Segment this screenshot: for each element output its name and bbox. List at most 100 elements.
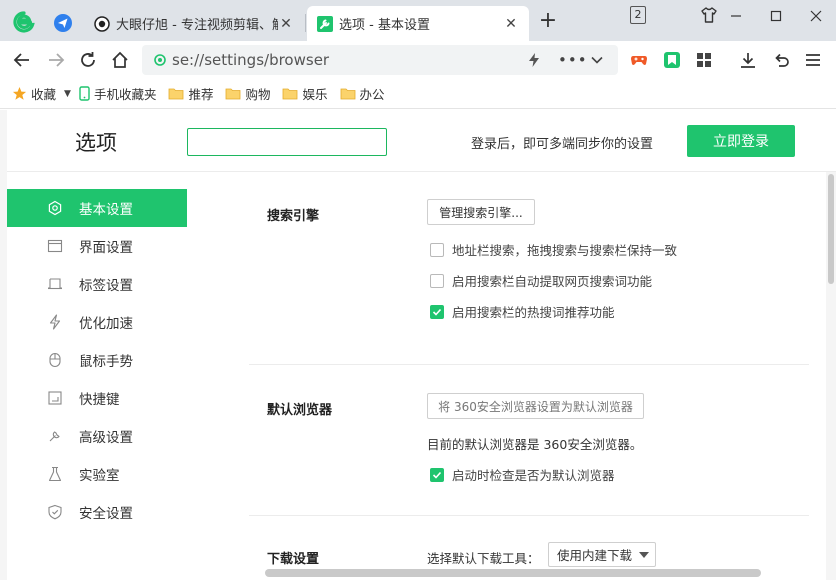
lightning-icon (49, 314, 61, 330)
checkbox[interactable] (430, 242, 444, 257)
checkbox-checked[interactable] (430, 467, 444, 482)
bookmark-mobile[interactable]: 手机收藏夹 (79, 84, 157, 103)
wrench-favicon-icon (317, 15, 333, 32)
phone-icon (79, 86, 90, 101)
settings-page: 选项 登录后，即可多端同步你的设置 立即登录 基本设置 界面设置 标签设置 优化… (0, 110, 836, 580)
bookmark-favorites[interactable]: 收藏 (12, 84, 56, 103)
sidebar-item-shortcuts[interactable]: 快捷键 (7, 379, 187, 417)
default-browser-status: 目前的默认浏览器是 360安全浏览器。 (427, 437, 643, 452)
bookmarks-bar: 收藏 ▼ 手机收藏夹 推荐 购物 娱乐 办公 (0, 79, 836, 109)
download-tool-label: 选择默认下载工具： (427, 551, 540, 566)
sidebar-item-speed[interactable]: 优化加速 (7, 303, 187, 341)
checkmark-icon (432, 308, 442, 316)
bookmark-label: 办公 (359, 87, 385, 102)
address-url[interactable]: se://settings/browser (172, 51, 329, 69)
sidebar-item-ui[interactable]: 界面设置 (7, 227, 187, 265)
sidebar-item-label: 安全设置 (79, 506, 133, 522)
bookmark-folder[interactable]: 购物 (225, 84, 270, 103)
folder-icon (283, 88, 298, 100)
minimize-icon (731, 15, 741, 17)
checkbox[interactable] (430, 273, 444, 288)
tab-title: 大眼仔旭 - 专注视频剪辑、解说... (116, 18, 278, 33)
tab-inactive[interactable]: 大眼仔旭 - 专注视频剪辑、解说... ✕ (84, 6, 304, 41)
secure-icon (154, 54, 166, 66)
vertical-scrollbar[interactable] (826, 172, 836, 580)
reload-icon[interactable] (78, 50, 98, 70)
close-window-button[interactable] (796, 0, 836, 32)
address-bar[interactable]: se://settings/browser ••• (142, 45, 618, 75)
checkbox-label: 启动时检查是否为默认浏览器 (452, 468, 615, 483)
settings-content: 搜索引擎 管理搜索引擎... 地址栏搜索，拖拽搜索与搜索栏保持一致 启用搜索栏自… (187, 172, 826, 580)
bookmark-folder[interactable]: 办公 (340, 84, 385, 103)
new-tab-button[interactable]: + (538, 10, 558, 32)
tab-count-badge[interactable]: 2 (630, 6, 646, 24)
select-value: 使用内建下载 (557, 548, 633, 563)
home-icon[interactable] (110, 50, 130, 70)
sidebar-item-tabs[interactable]: 标签设置 (7, 265, 187, 303)
bookmark-folder[interactable]: 推荐 (168, 84, 213, 103)
tab-strip: 大眼仔旭 - 专注视频剪辑、解说... ✕ 选项 - 基本设置 ✕ + 2 (0, 0, 836, 41)
checkbox-row[interactable]: 启动时检查是否为默认浏览器 (430, 465, 615, 484)
checkbox-label: 地址栏搜索，拖拽搜索与搜索栏保持一致 (452, 243, 678, 258)
horizontal-scrollbar[interactable] (265, 569, 761, 577)
bookmark-folder[interactable]: 娱乐 (282, 84, 328, 103)
checkbox-checked[interactable] (430, 304, 444, 319)
apps-grid-icon[interactable] (695, 51, 713, 69)
keyboard-icon (48, 391, 62, 405)
section-title-download: 下载设置 (267, 552, 320, 567)
sidebar-item-security[interactable]: 安全设置 (7, 493, 187, 531)
sidebar-item-advanced[interactable]: 高级设置 (7, 417, 187, 455)
folder-icon (226, 88, 241, 100)
settings-search-input[interactable] (187, 128, 387, 156)
lightning-icon[interactable] (526, 52, 542, 68)
bookmark-label: 手机收藏夹 (93, 87, 157, 102)
checkbox-row[interactable]: 地址栏搜索，拖拽搜索与搜索栏保持一致 (430, 240, 677, 259)
star-icon (12, 86, 27, 100)
reading-icon[interactable] (663, 51, 681, 69)
back-arrow-icon[interactable] (12, 50, 32, 70)
set-default-browser-button[interactable]: 将 360安全浏览器设置为默认浏览器 (427, 393, 644, 419)
window-controls (716, 0, 836, 32)
chevron-down-icon[interactable]: ▼ (64, 89, 71, 99)
sync-hint-text: 登录后，即可多端同步你的设置 (471, 137, 654, 152)
tab-title: 选项 - 基本设置 (339, 18, 430, 33)
checkbox-label: 启用搜索栏自动提取网页搜索词功能 (452, 274, 653, 289)
settings-header: 选项 登录后，即可多端同步你的设置 立即登录 (7, 110, 836, 172)
checkbox-row[interactable]: 启用搜索栏的热搜词推荐功能 (430, 302, 615, 321)
flask-icon (48, 466, 62, 482)
gear-icon (48, 200, 62, 216)
login-button[interactable]: 立即登录 (687, 125, 795, 157)
menu-icon[interactable] (804, 51, 822, 69)
tab-active[interactable]: 选项 - 基本设置 ✕ (307, 6, 529, 41)
eye-favicon-icon (94, 15, 110, 32)
game-icon[interactable] (630, 51, 648, 69)
maximize-button[interactable] (756, 0, 796, 32)
checkbox-row[interactable]: 启用搜索栏自动提取网页搜索词功能 (430, 271, 652, 290)
sidebar-item-label: 鼠标手势 (79, 354, 133, 370)
navigation-toolbar: se://settings/browser ••• (0, 41, 836, 79)
tab-close-icon[interactable]: ✕ (503, 16, 519, 32)
manage-search-engines-button[interactable]: 管理搜索引擎... (427, 199, 535, 225)
minimize-button[interactable] (716, 0, 756, 32)
pinned-tab-icon[interactable] (52, 12, 74, 34)
browser-logo-icon[interactable] (12, 10, 36, 34)
undo-close-icon[interactable] (772, 51, 790, 69)
more-dots-icon[interactable]: ••• (558, 51, 588, 69)
sidebar-item-basic[interactable]: 基本设置 (7, 189, 187, 227)
sidebar-item-label: 高级设置 (79, 430, 133, 446)
sidebar-item-lab[interactable]: 实验室 (7, 455, 187, 493)
bookmark-label: 收藏 (31, 87, 57, 102)
checkbox-label: 启用搜索栏的热搜词推荐功能 (452, 305, 615, 320)
scrollbar-thumb[interactable] (828, 174, 834, 284)
download-icon[interactable] (739, 51, 757, 69)
download-tool-select[interactable]: 使用内建下载 (548, 542, 656, 567)
sidebar-item-label: 界面设置 (79, 240, 133, 256)
forward-arrow-icon[interactable] (46, 50, 66, 70)
tab-close-icon[interactable]: ✕ (278, 16, 294, 32)
chevron-down-icon[interactable] (590, 53, 604, 67)
tab-separator (305, 14, 306, 32)
section-divider (249, 515, 809, 516)
sidebar-item-gestures[interactable]: 鼠标手势 (7, 341, 187, 379)
window-icon (47, 239, 63, 253)
shield-icon (48, 504, 62, 520)
